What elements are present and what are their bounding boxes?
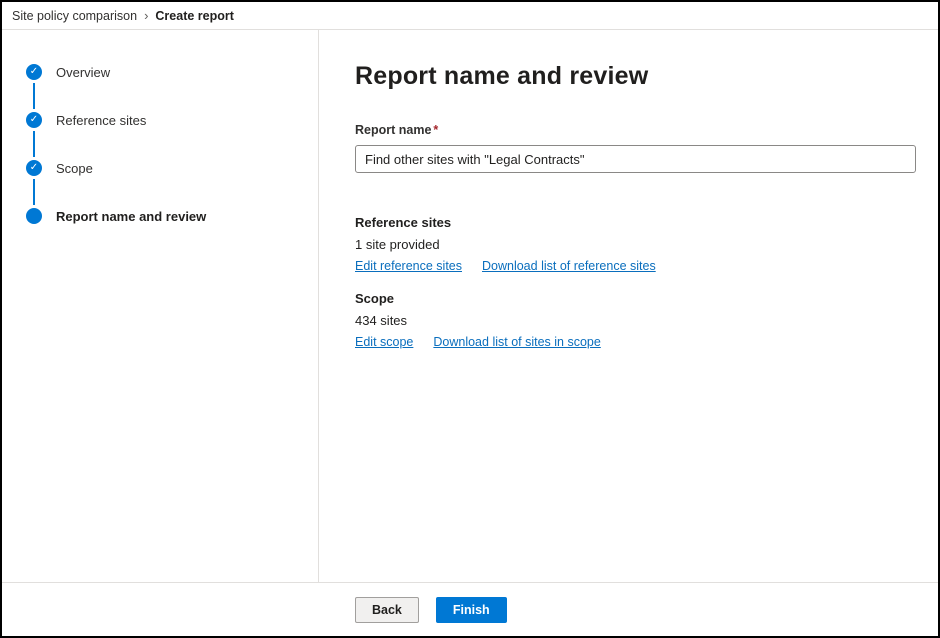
- main-panel: Report name and review Report name* Refe…: [319, 30, 938, 582]
- step-current-icon: [26, 208, 42, 224]
- reference-sites-heading: Reference sites: [355, 215, 916, 230]
- step-label-reference-sites: Reference sites: [56, 113, 146, 128]
- step-connector: [33, 179, 35, 205]
- chevron-right-icon: ›: [144, 8, 148, 23]
- report-name-label: Report name*: [355, 123, 438, 137]
- back-button[interactable]: Back: [355, 597, 419, 623]
- check-icon: ✓: [30, 114, 38, 125]
- page-title: Report name and review: [355, 62, 916, 91]
- reference-sites-section: Reference sites 1 site provided Edit ref…: [355, 215, 916, 273]
- content-area: ✓ Overview ✓ Reference sites ✓ Scope Rep…: [2, 30, 938, 582]
- step-complete-icon: ✓: [26, 112, 42, 128]
- edit-scope-link[interactable]: Edit scope: [355, 335, 413, 349]
- download-reference-sites-link[interactable]: Download list of reference sites: [482, 259, 656, 273]
- reference-sites-links: Edit reference sites Download list of re…: [355, 259, 916, 273]
- step-complete-icon: ✓: [26, 64, 42, 80]
- breadcrumb-item-site-policy-comparison[interactable]: Site policy comparison: [12, 9, 137, 23]
- step-connector: [33, 83, 35, 109]
- reference-sites-summary: 1 site provided: [355, 237, 916, 252]
- wizard-footer: Back Finish: [2, 582, 938, 636]
- stepper-step-overview[interactable]: ✓ Overview: [26, 64, 318, 80]
- scope-summary: 434 sites: [355, 313, 916, 328]
- step-complete-icon: ✓: [26, 160, 42, 176]
- scope-section: Scope 434 sites Edit scope Download list…: [355, 291, 916, 349]
- report-name-field-group: Report name*: [355, 121, 916, 173]
- step-label-scope: Scope: [56, 161, 93, 176]
- stepper-step-scope[interactable]: ✓ Scope: [26, 160, 318, 176]
- edit-reference-sites-link[interactable]: Edit reference sites: [355, 259, 462, 273]
- breadcrumb-item-create-report: Create report: [155, 9, 234, 23]
- scope-links: Edit scope Download list of sites in sco…: [355, 335, 916, 349]
- download-sites-in-scope-link[interactable]: Download list of sites in scope: [433, 335, 600, 349]
- wizard-stepper: ✓ Overview ✓ Reference sites ✓ Scope Rep…: [2, 30, 319, 582]
- check-icon: ✓: [30, 162, 38, 173]
- scope-heading: Scope: [355, 291, 916, 306]
- stepper-step-reference-sites[interactable]: ✓ Reference sites: [26, 112, 318, 128]
- required-marker: *: [433, 123, 438, 137]
- finish-button[interactable]: Finish: [436, 597, 507, 623]
- check-icon: ✓: [30, 66, 38, 77]
- app-window: Site policy comparison › Create report ✓…: [0, 0, 940, 638]
- breadcrumb: Site policy comparison › Create report: [2, 2, 938, 30]
- stepper-step-report-name-and-review[interactable]: Report name and review: [26, 208, 318, 224]
- step-label-overview: Overview: [56, 65, 110, 80]
- step-label-report-name-and-review: Report name and review: [56, 209, 206, 224]
- step-connector: [33, 131, 35, 157]
- report-name-input[interactable]: [355, 145, 916, 173]
